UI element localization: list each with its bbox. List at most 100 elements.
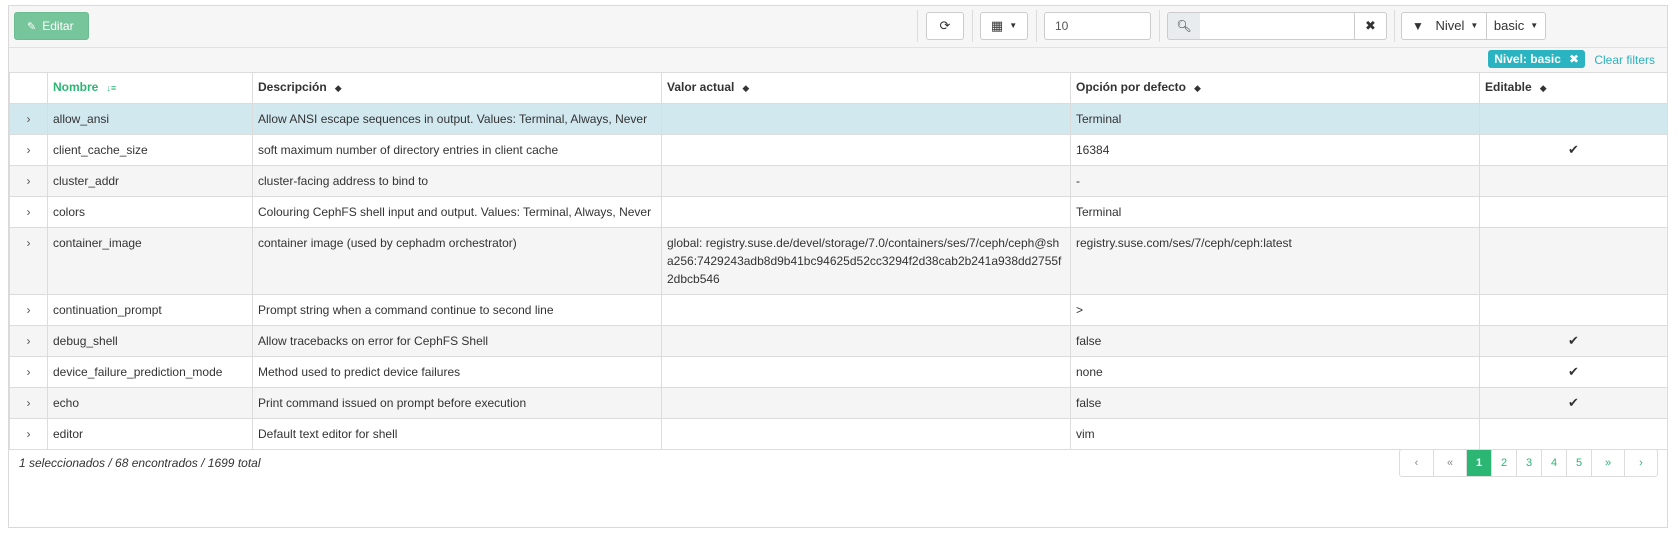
table-row[interactable]: › cluster_addr cluster-facing address to… — [9, 165, 1668, 197]
filter-value-dropdown[interactable]: basic ▼ — [1486, 12, 1546, 40]
expand-row-icon[interactable]: › — [9, 387, 48, 419]
cell-name: allow_ansi — [47, 103, 253, 135]
column-header-name[interactable]: Nombre ↓≡ — [47, 72, 253, 104]
cell-description: Default text editor for shell — [252, 418, 662, 450]
caret-down-icon: ▼ — [1530, 21, 1539, 30]
table-row[interactable]: › allow_ansi Allow ANSI escape sequences… — [9, 103, 1668, 135]
filter-badge[interactable]: Nivel: basic ✖ — [1488, 50, 1585, 68]
table-toolbar: ✎ Editar ⟳ ▦ ▼ 10 🔍︎ ✖ ▼ Nivel ▼ basic ▼ — [9, 6, 1667, 48]
cell-default: - — [1070, 165, 1480, 197]
toolbar-divider — [1036, 10, 1037, 42]
cell-editable — [1479, 227, 1668, 295]
table-row[interactable]: › debug_shell Allow tracebacks on error … — [9, 325, 1668, 357]
expand-row-icon[interactable]: › — [9, 103, 48, 135]
toolbar-divider — [1394, 10, 1395, 42]
check-icon: ✔ — [1479, 325, 1668, 357]
previous-page-button[interactable]: ‹ — [1400, 450, 1433, 476]
cell-name: device_failure_prediction_mode — [47, 356, 253, 388]
expand-row-icon[interactable]: › — [9, 196, 48, 228]
close-icon: ✖ — [1365, 18, 1376, 33]
column-header-label: Descripción — [258, 80, 327, 94]
expand-row-icon[interactable]: › — [9, 227, 48, 295]
cell-editable — [1479, 165, 1668, 197]
refresh-button[interactable]: ⟳ — [926, 12, 964, 40]
page-size-input[interactable]: 10 — [1044, 12, 1151, 40]
last-page-button[interactable]: » — [1591, 450, 1624, 476]
page-button[interactable]: 4 — [1541, 450, 1566, 476]
cell-editable — [1479, 103, 1668, 135]
filter-icon: ▼ — [1412, 19, 1424, 33]
cell-current-value — [661, 356, 1071, 388]
edit-button[interactable]: ✎ Editar — [14, 12, 89, 40]
filter-badge-label: Nivel: basic — [1494, 52, 1561, 66]
toolbar-divider — [917, 10, 918, 42]
column-header-default[interactable]: Opción por defecto ◆ — [1070, 72, 1480, 104]
cell-current-value: global: registry.suse.de/devel/storage/7… — [661, 227, 1071, 295]
cell-default: 16384 — [1070, 134, 1480, 166]
next-page-button[interactable]: › — [1624, 450, 1657, 476]
column-header-label: Valor actual — [667, 80, 735, 94]
cell-name: container_image — [47, 227, 253, 295]
table-row[interactable]: › continuation_prompt Prompt string when… — [9, 294, 1668, 326]
cell-description: soft maximum number of directory entries… — [252, 134, 662, 166]
refresh-icon: ⟳ — [939, 18, 951, 33]
filter-label: Nivel — [1435, 18, 1465, 33]
sort-icon: ◆ — [742, 83, 750, 93]
cell-default: vim — [1070, 418, 1480, 450]
check-icon: ✔ — [1479, 387, 1668, 419]
table-row[interactable]: › echo Print command issued on prompt be… — [9, 387, 1668, 419]
column-header-label: Editable — [1485, 80, 1532, 94]
cell-current-value — [661, 387, 1071, 419]
cell-name: debug_shell — [47, 325, 253, 357]
table-row[interactable]: › editor Default text editor for shell v… — [9, 418, 1668, 450]
cell-description: Colouring CephFS shell input and output.… — [252, 196, 662, 228]
expand-row-icon[interactable]: › — [9, 134, 48, 166]
table-row[interactable]: › device_failure_prediction_mode Method … — [9, 356, 1668, 388]
table-row[interactable]: › container_image container image (used … — [9, 227, 1668, 295]
selection-summary: 1 seleccionados / 68 encontrados / 1699 … — [19, 456, 261, 470]
table-row[interactable]: › client_cache_size soft maximum number … — [9, 134, 1668, 166]
cell-current-value — [661, 294, 1071, 326]
cell-editable — [1479, 294, 1668, 326]
cell-description: Print command issued on prompt before ex… — [252, 387, 662, 419]
search-icon: 🔍︎ — [1167, 12, 1201, 40]
cell-name: client_cache_size — [47, 134, 253, 166]
cell-current-value — [661, 196, 1071, 228]
page-button[interactable]: 5 — [1566, 450, 1591, 476]
expand-row-icon[interactable]: › — [9, 294, 48, 326]
first-page-button[interactable]: « — [1433, 450, 1466, 476]
clear-filters-link[interactable]: Clear filters — [1594, 53, 1655, 67]
table-row[interactable]: › colors Colouring CephFS shell input an… — [9, 196, 1668, 228]
check-icon: ✔ — [1479, 356, 1668, 388]
cell-description: container image (used by cephadm orchest… — [252, 227, 662, 295]
cell-default: > — [1070, 294, 1480, 326]
caret-down-icon: ▼ — [1009, 21, 1018, 30]
check-icon: ✔ — [1479, 134, 1668, 166]
column-header-label: Nombre — [53, 80, 99, 94]
toolbar-divider — [972, 10, 973, 42]
page-button[interactable]: 3 — [1516, 450, 1541, 476]
page-button[interactable]: 1 — [1466, 450, 1491, 476]
cell-default: Terminal — [1070, 103, 1480, 135]
filter-dropdown[interactable]: ▼ Nivel ▼ — [1401, 12, 1487, 40]
expand-row-icon[interactable]: › — [9, 165, 48, 197]
filter-value: basic — [1493, 18, 1525, 33]
caret-down-icon: ▼ — [1470, 21, 1479, 30]
remove-filter-icon[interactable]: ✖ — [1569, 52, 1579, 66]
expand-row-icon[interactable]: › — [9, 356, 48, 388]
column-header-current-value[interactable]: Valor actual ◆ — [661, 72, 1071, 104]
pagination: ‹ « 1 2 3 4 5 » › — [1399, 449, 1658, 477]
search-input[interactable] — [1200, 12, 1355, 40]
expand-row-icon[interactable]: › — [9, 325, 48, 357]
cell-description: Allow tracebacks on error for CephFS She… — [252, 325, 662, 357]
column-header-editable[interactable]: Editable ◆ — [1479, 72, 1668, 104]
column-header-description[interactable]: Descripción ◆ — [252, 72, 662, 104]
clear-search-button[interactable]: ✖ — [1354, 12, 1387, 40]
config-table: Nombre ↓≡ Descripción ◆ Valor actual ◆ Opci… — [9, 72, 1668, 450]
expand-row-icon[interactable]: › — [9, 418, 48, 450]
cell-editable — [1479, 196, 1668, 228]
cell-current-value — [661, 418, 1071, 450]
page-button[interactable]: 2 — [1491, 450, 1516, 476]
columns-button[interactable]: ▦ ▼ — [980, 12, 1028, 40]
cell-default: none — [1070, 356, 1480, 388]
